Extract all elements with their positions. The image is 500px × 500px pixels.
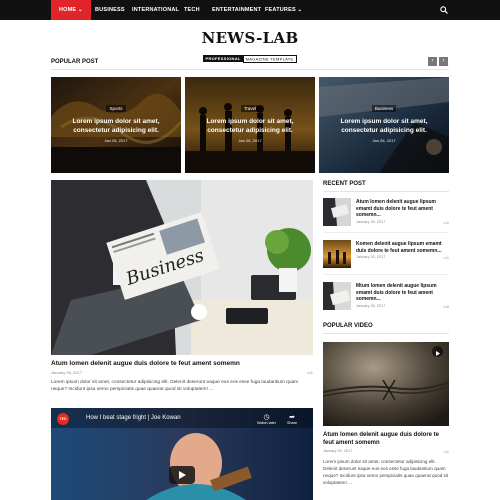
popular-card-business[interactable]: Business Lorem ipsum dolor sit amet, con…: [319, 77, 449, 173]
card-date: Jan 26, 2017: [372, 138, 396, 143]
popular-post-heading: POPULAR POST: [51, 59, 99, 65]
nav-international[interactable]: INTERNATIONAL: [132, 0, 179, 20]
section-divider: [51, 69, 449, 70]
share-button[interactable]: ➦ Share: [287, 413, 297, 425]
card-category-label: Sports: [106, 105, 126, 112]
popular-video-thumbnail[interactable]: [323, 342, 449, 426]
card-category[interactable]: Travel: [185, 105, 315, 112]
main-article-title[interactable]: Atum lomen delenit augue duis dolore te …: [51, 360, 240, 367]
share-icon: ➦: [289, 414, 295, 421]
main-article-excerpt: Lorem ipsum dolor sit amet, consectetur …: [51, 380, 299, 392]
nav-business[interactable]: BUSINESS: [95, 0, 125, 20]
card-date: Jan 26, 2017: [104, 138, 128, 143]
recent-post-date: January 25, 2017: [356, 304, 386, 308]
recent-post-title[interactable]: Komen delenit augue lipsum emamt duis do…: [356, 241, 449, 254]
section-divider: [323, 191, 449, 192]
card-category[interactable]: Sports: [51, 105, 181, 112]
video-play-button[interactable]: [432, 346, 443, 357]
popular-card-travel[interactable]: Travel Lorem ipsum dolor sit amet, conse…: [185, 77, 315, 173]
featured-article-image[interactable]: Business: [51, 180, 313, 355]
video-title[interactable]: How I beat stage fright | Joe Kowan: [86, 415, 181, 421]
logo-tag-professional: PROFESSIONAL: [203, 55, 243, 62]
card-title[interactable]: Lorem ipsum dolor sit amet, consectetur …: [61, 117, 171, 135]
recent-post-heading: RECENT POST: [323, 181, 366, 187]
watch-later-button[interactable]: ◷ Watch later: [257, 413, 276, 425]
card-category[interactable]: Business: [319, 105, 449, 112]
logo-tag-magazine: MAGAZINE TEMPLATE: [242, 54, 297, 63]
popular-card-sports[interactable]: Sports Lorem ipsum dolor sit amet, conse…: [51, 77, 181, 173]
top-navigation-bar: HOME ⌄ BUSINESS INTERNATIONAL TECH ENTER…: [0, 0, 500, 20]
comment-count[interactable]: ▭1: [443, 255, 449, 260]
comment-count[interactable]: ▭1: [307, 370, 313, 375]
card-title[interactable]: Lorem ipsum dolor sit amet, consectetur …: [195, 117, 305, 135]
popular-video-date: January 25, 2017: [323, 449, 353, 453]
nav-entertainment[interactable]: ENTERTAINMENT: [212, 0, 261, 20]
main-article-meta: January 25, 2017 ▭1: [51, 370, 313, 375]
nav-home[interactable]: HOME ⌄: [51, 0, 91, 20]
card-date: Jan 26, 2017: [238, 138, 262, 143]
featured-image: Business: [51, 180, 313, 355]
thumbnail-image: [323, 240, 351, 268]
comment-count-value: 0: [446, 305, 449, 309]
comment-count-value: 1: [446, 221, 449, 225]
comment-count-value: 1: [446, 450, 449, 454]
recent-post-title[interactable]: Atum lomen delenit augue lipsum emamt du…: [356, 199, 449, 219]
popular-video-excerpt: Lorem ipsum dolor sit amet, consectetur …: [323, 459, 449, 485]
thumbnail-image: [323, 198, 351, 226]
recent-post-title[interactable]: Mtum lomen delenit augue lipsum emamt du…: [356, 283, 449, 303]
ted-logo: TED: [57, 413, 69, 425]
card-title[interactable]: Lorem ipsum dolor sit amet, consectetur …: [329, 117, 439, 135]
comment-count[interactable]: ▭1: [443, 449, 449, 454]
recent-post-date: January 25, 2017: [356, 220, 386, 224]
nav-tech[interactable]: TECH: [184, 0, 200, 20]
popular-video-title[interactable]: Atum lomen delenit augue duis dolore te …: [323, 431, 449, 447]
list-divider: [323, 274, 449, 275]
recent-post-meta: January 25, 2017 ▭0: [356, 304, 449, 309]
comment-count-value: 1: [310, 370, 313, 375]
list-divider: [323, 232, 449, 233]
recent-post-meta: January 25, 2017 ▭1: [356, 255, 449, 260]
comment-count-value: 1: [446, 256, 449, 260]
main-article-date: January 25, 2017: [51, 370, 82, 375]
popular-video-heading: POPULAR VIDEO: [323, 323, 373, 329]
play-icon: [179, 471, 186, 479]
nav-features[interactable]: FEATURES ⌄: [265, 0, 302, 20]
card-category-label: Travel: [240, 105, 260, 112]
logo-title: NEWS-LAB: [201, 29, 299, 47]
clock-icon: ◷: [263, 414, 270, 421]
thumbnail-image: [323, 282, 351, 310]
barbed-wire-image: [323, 342, 449, 426]
play-button[interactable]: [169, 466, 195, 484]
recent-post-thumbnail[interactable]: [323, 198, 351, 226]
search-icon[interactable]: [440, 6, 448, 14]
comment-count[interactable]: ▭1: [443, 220, 449, 225]
recent-post-date: January 25, 2017: [356, 255, 386, 259]
recent-post-thumbnail[interactable]: [323, 240, 351, 268]
carousel-prev-button[interactable]: ‹: [428, 57, 437, 66]
watch-later-label: Watch later: [257, 421, 277, 425]
logo-tagline: PROFESSIONAL MAGAZINE TEMPLATE: [203, 54, 297, 63]
comment-count[interactable]: ▭0: [443, 304, 449, 309]
card-category-label: Business: [371, 105, 397, 112]
section-divider: [323, 333, 449, 334]
share-label: Share: [287, 421, 298, 425]
recent-post-meta: January 25, 2017 ▭1: [356, 220, 449, 225]
carousel-next-button[interactable]: ›: [439, 57, 448, 66]
embedded-video[interactable]: TED How I beat stage fright | Joe Kowan …: [51, 408, 313, 500]
recent-post-thumbnail[interactable]: [323, 282, 351, 310]
popular-video-meta: January 25, 2017 ▭1: [323, 449, 449, 454]
play-icon: [436, 351, 440, 356]
